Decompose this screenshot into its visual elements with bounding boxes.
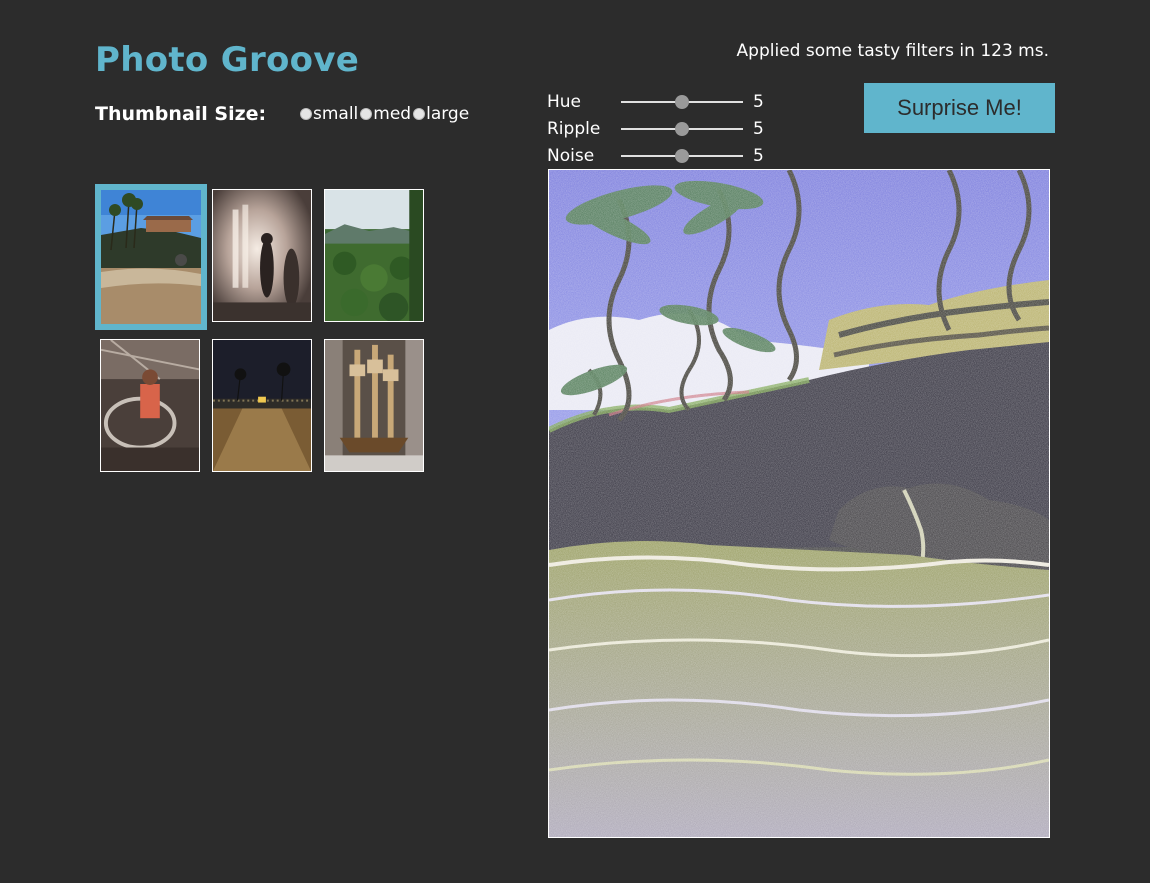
size-option-small[interactable]: small: [298, 104, 358, 124]
slider-thumb[interactable]: [675, 121, 689, 136]
thumbnail-beach[interactable]: [95, 184, 207, 330]
filter-value: 5: [753, 118, 764, 139]
ship-model-photo: [325, 340, 423, 471]
radio-small[interactable]: [300, 108, 312, 120]
slider-thumb[interactable]: [675, 94, 689, 109]
app-title: Photo Groove: [95, 40, 360, 80]
radio-med[interactable]: [360, 108, 373, 120]
thumbnail-size-label: Thumbnail Size:: [95, 103, 267, 125]
noise-slider[interactable]: [621, 148, 743, 164]
ripple-slider[interactable]: [621, 121, 743, 137]
filter-value: 5: [753, 91, 764, 112]
filter-noise: Noise 5: [547, 142, 777, 169]
slider-thumb[interactable]: [675, 148, 689, 163]
filtered-beach-photo: [549, 170, 1049, 837]
man-wheel-photo: [101, 340, 199, 471]
filtered-photo-canvas: [548, 169, 1050, 838]
size-option-label: med: [373, 104, 412, 124]
filter-value: 5: [753, 145, 764, 166]
thumbnail-ship-model[interactable]: [324, 339, 424, 472]
night-pier-photo: [213, 340, 311, 471]
thumbnail-concert[interactable]: [212, 189, 312, 322]
beach-photo: [101, 190, 201, 324]
thumbnail-night-pier[interactable]: [212, 339, 312, 472]
surprise-me-button[interactable]: Surprise Me!: [864, 83, 1055, 133]
thumbnail-jungle[interactable]: [324, 189, 424, 322]
photo-groove-app: Photo Groove Applied some tasty filters …: [0, 0, 1150, 883]
thumbnail-man-wheel[interactable]: [100, 339, 200, 472]
radio-large[interactable]: [413, 108, 426, 120]
filter-ripple: Ripple 5: [547, 115, 777, 142]
size-option-med[interactable]: med: [358, 104, 411, 124]
thumbnail-size-options: small med large: [298, 104, 469, 124]
size-option-large[interactable]: large: [411, 104, 469, 124]
filter-label: Noise: [547, 145, 595, 166]
hue-slider[interactable]: [621, 94, 743, 110]
status-message: Applied some tasty filters in 123 ms.: [736, 41, 1049, 61]
filter-label: Ripple: [547, 118, 601, 139]
filter-hue: Hue 5: [547, 88, 777, 115]
size-option-label: small: [313, 104, 359, 124]
concert-photo: [213, 190, 311, 321]
size-option-label: large: [426, 104, 470, 124]
filter-label: Hue: [547, 91, 582, 112]
filter-controls: Hue 5 Ripple 5 Noise 5: [547, 88, 777, 169]
jungle-photo: [325, 190, 423, 321]
